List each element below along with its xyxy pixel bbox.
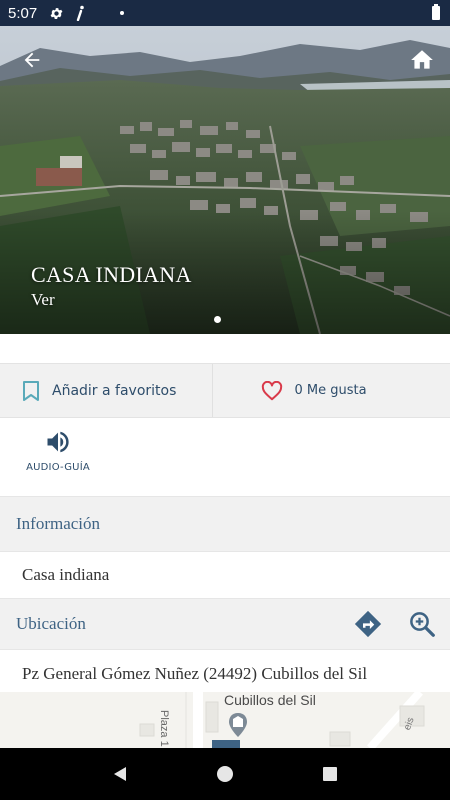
heart-icon — [261, 380, 282, 400]
place-subtitle-link[interactable]: Ver — [31, 290, 55, 310]
nav-back-button[interactable] — [108, 762, 132, 786]
map-street-label: Plaza 1 — [158, 710, 170, 747]
info-body-text: Casa indiana — [22, 565, 110, 584]
bookmark-icon — [23, 380, 39, 401]
notification-dot — [120, 11, 125, 15]
info-italic-icon — [74, 5, 86, 21]
nav-home-button[interactable] — [213, 762, 237, 786]
map-pin-icon[interactable] — [227, 712, 249, 743]
address-text: Pz General Gómez Nuñez (24492) Cubillos … — [22, 664, 368, 683]
hero-image[interactable]: CASA INDIANA Ver — [0, 26, 450, 334]
map-place-label: Cubillos del Sil — [224, 692, 316, 708]
status-time: 5:07 — [8, 4, 38, 22]
pager-dot — [214, 316, 221, 323]
directions-button[interactable] — [352, 608, 384, 640]
map-view[interactable]: Cubillos del Sil Plaza 1 eis — [0, 692, 450, 748]
home-icon — [411, 50, 433, 69]
zoom-in-icon — [410, 612, 435, 637]
system-nav-bar — [0, 748, 450, 800]
battery-icon — [432, 4, 440, 20]
nav-recents-button[interactable] — [318, 762, 342, 786]
info-header-label: Información — [16, 514, 101, 533]
arrow-left-icon — [24, 52, 40, 68]
likes-count-label: 0 Me gusta — [294, 383, 367, 398]
audio-guide-button[interactable]: AUDIO-GUÍA — [22, 428, 94, 484]
directions-icon — [354, 610, 382, 638]
circle-home-icon — [216, 766, 233, 782]
gear-icon — [49, 6, 64, 21]
square-recents-icon — [322, 767, 337, 781]
add-favorites-label: Añadir a favoritos — [52, 382, 177, 399]
audio-guide-label: AUDIO-GUÍA — [26, 462, 90, 473]
actions-row: Añadir a favoritos 0 Me gusta — [0, 363, 450, 418]
add-favorites-button[interactable]: Añadir a favoritos — [0, 364, 213, 417]
status-bar: 5:07 — [0, 0, 450, 26]
speaker-icon — [47, 431, 69, 453]
place-title: CASA INDIANA — [31, 262, 192, 287]
info-section-header: Información — [0, 496, 450, 552]
triangle-back-icon — [114, 767, 127, 781]
zoom-in-button[interactable] — [406, 608, 438, 640]
like-button[interactable]: 0 Me gusta — [213, 364, 450, 417]
back-button[interactable] — [16, 44, 48, 76]
home-button[interactable] — [406, 44, 438, 76]
location-header-label: Ubicación — [16, 614, 86, 633]
